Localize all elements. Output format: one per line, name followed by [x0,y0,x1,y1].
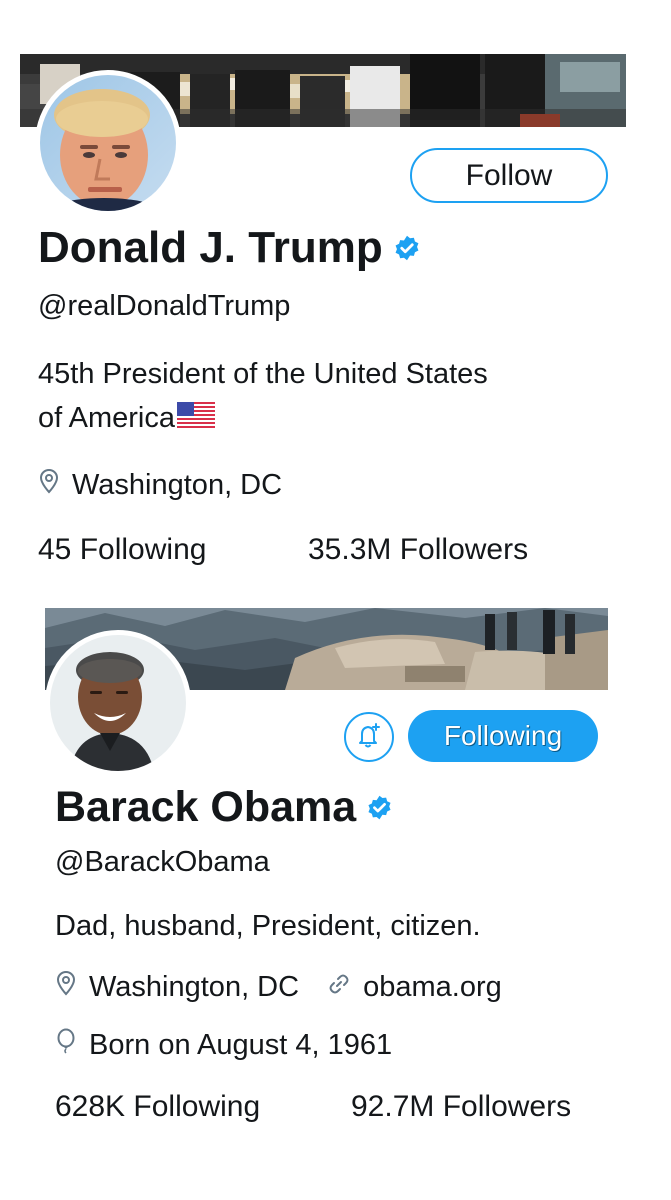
birthday-item: Born on August 4, 1961 [55,1028,392,1062]
following-label: Following [79,533,207,566]
birthday-text: Born on August 4, 1961 [89,1028,393,1061]
location-item: Washington, DC [55,970,299,1004]
bio-line-1: 45th President of the United States [38,358,488,390]
location-pin-icon [55,970,77,1004]
profile-name: Barack Obama [55,782,393,832]
following-label: Following [133,1090,261,1123]
bio-line-2: of America [38,402,175,434]
following-button[interactable]: Following [408,710,598,762]
profile-stats-followers: 35.3M Followers [308,533,528,567]
followers-stat[interactable]: 35.3M Followers [308,533,528,567]
notifications-button[interactable] [344,712,394,762]
followers-label: Followers [442,1090,572,1123]
profile-meta: Washington, DC [38,468,282,502]
profile-birthday: Born on August 4, 1961 [55,1028,392,1062]
profile-card-trump: Follow Donald J. Trump @realDonaldTrump … [0,0,671,590]
bell-plus-icon [354,720,384,755]
following-count: 45 [38,533,72,566]
verified-badge-icon [393,223,421,273]
link-icon [327,971,351,1004]
follow-button[interactable]: Follow [410,148,608,203]
location-item: Washington, DC [38,468,282,502]
profile-name: Donald J. Trump [38,222,421,274]
profile-stats-followers: 92.7M Followers [351,1090,571,1124]
profile-bio: Dad, husband, President, citizen. [55,910,481,942]
avatar[interactable] [35,70,181,216]
profile-name-text: Donald J. Trump [38,223,383,272]
followers-stat[interactable]: 92.7M Followers [351,1090,571,1124]
website-link[interactable]: obama.org [363,971,502,1004]
location-text: Washington, DC [89,970,300,1003]
balloon-icon [55,1028,77,1062]
profile-stats: 45 Following [38,533,206,567]
following-stat[interactable]: 628K Following [55,1090,260,1124]
avatar[interactable] [45,630,191,776]
website-item[interactable]: obama.org [327,971,502,1004]
following-stat[interactable]: 45 Following [38,533,206,567]
location-text: Washington, DC [72,468,283,501]
followers-count: 35.3M [308,533,392,566]
profile-stats: 628K Following [55,1090,260,1124]
flag-usa-icon [177,397,215,441]
profile-meta: Washington, DC obama.org [55,970,502,1004]
profile-handle: @BarackObama [55,846,270,878]
location-pin-icon [38,468,60,502]
profile-handle: @realDonaldTrump [38,290,291,322]
profile-bio: 45th President of the United States of A… [38,352,628,441]
profile-card-obama: Following Barack Obama @BarackObama Dad,… [0,590,671,1200]
verified-badge-icon [366,783,393,832]
profile-name-text: Barack Obama [55,782,357,831]
following-count: 628K [55,1090,126,1123]
followers-label: Followers [399,533,529,566]
followers-count: 92.7M [351,1090,435,1123]
avatar-image [40,75,176,211]
avatar-image [50,635,186,771]
